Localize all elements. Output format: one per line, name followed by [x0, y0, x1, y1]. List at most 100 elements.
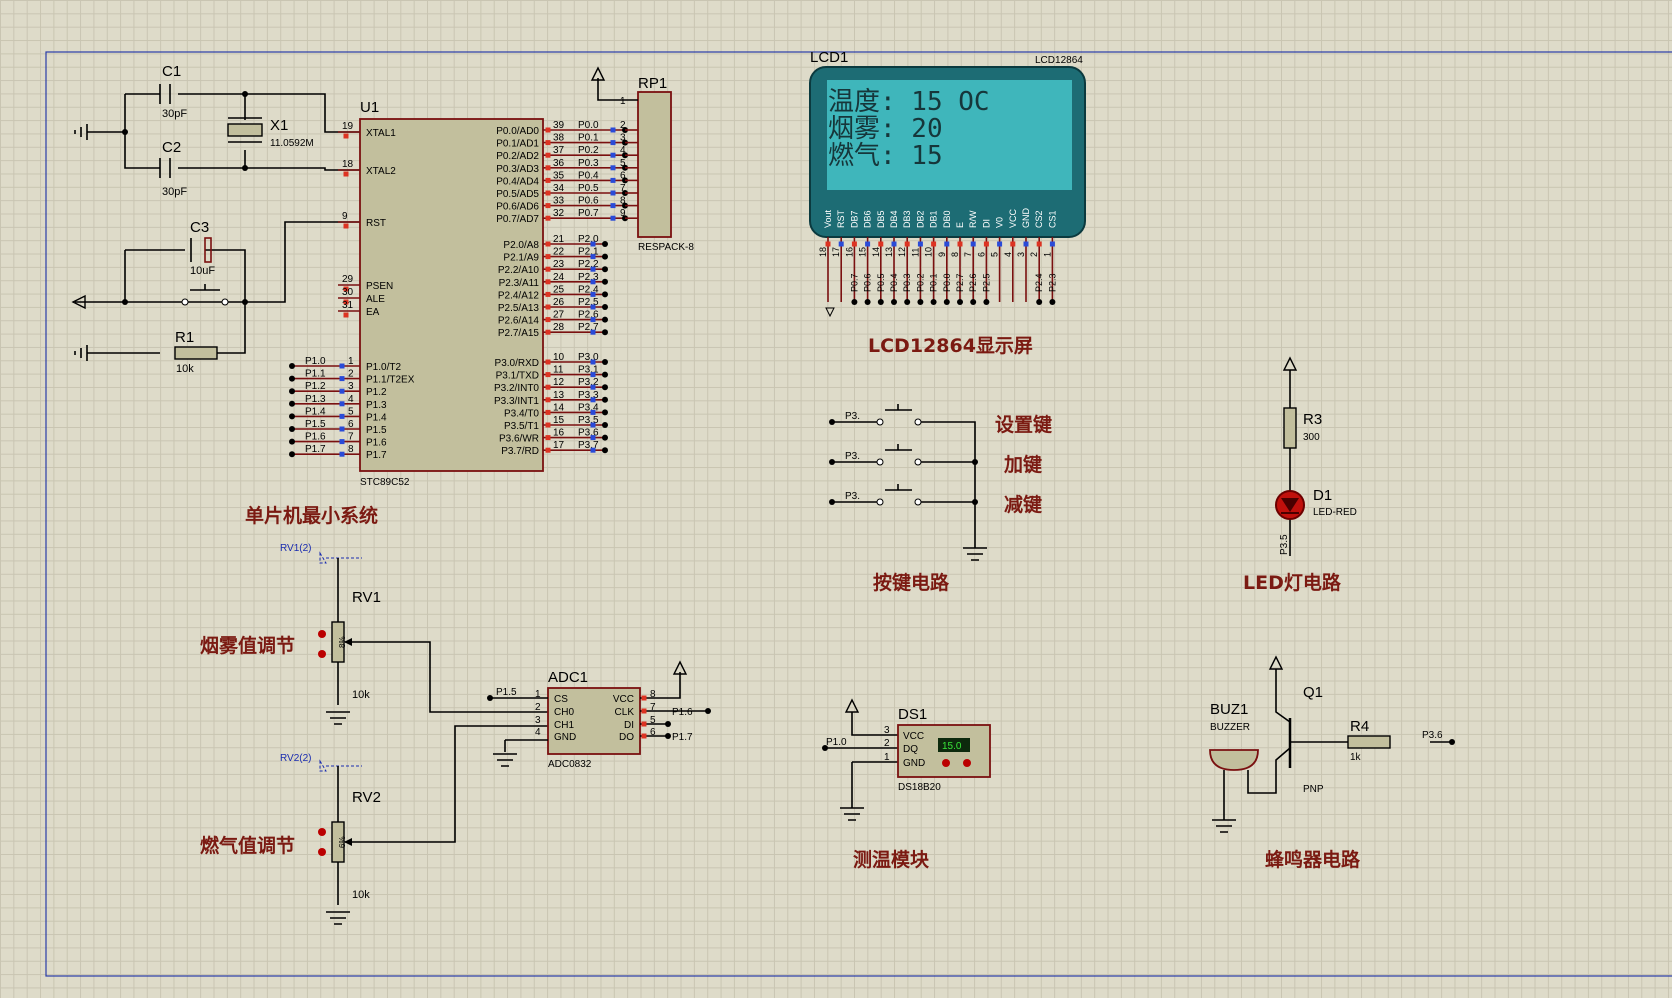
mcu-pin-name: P1.6 — [366, 438, 387, 449]
adc-pin-num: 5 — [650, 715, 656, 726]
mcu-pin-num: 5 — [348, 406, 354, 417]
lcd-pin-net: P2.6 — [968, 273, 978, 292]
mcu-net-label: P2.3 — [578, 272, 599, 283]
rv2-value: 10k — [352, 889, 370, 901]
lcd-part: LCD12864 — [1035, 55, 1083, 66]
adc-pin-num: 1 — [535, 689, 541, 700]
capacitor-c1[interactable]: C1 30pF — [159, 63, 187, 120]
ds18b20-module[interactable]: 15.0 DS1 DS18B20 P1.0 3 VCC 2 DQ 1 GND 测温模块 — [822, 698, 991, 871]
mcu-pin-name: P3.7/RD — [501, 446, 539, 457]
mcu-pin-name: P0.3/AD3 — [496, 164, 539, 175]
mcu-pin-num: 14 — [553, 402, 565, 413]
mcu-pin-name: P3.4/T0 — [504, 408, 539, 419]
r3-value: 300 — [1303, 432, 1320, 443]
potentiometer-rv1[interactable]: 8% RV1 10k — [318, 589, 381, 701]
mcu-pin-name: EA — [366, 307, 380, 318]
ds-pin-num: 1 — [884, 752, 890, 763]
mcu-pin-name: P1.0/T2 — [366, 362, 401, 373]
schematic-canvas[interactable]: { "mcu": {"ref":"U1","part":"STC89C52","… — [0, 0, 1672, 998]
power-arrow-icon — [1268, 655, 1284, 670]
power-arrow-icon — [1282, 356, 1298, 371]
lcd-pin-num: 8 — [950, 252, 960, 257]
reset-button[interactable] — [181, 284, 229, 306]
ds-display: 15.0 — [942, 741, 962, 752]
mcu-pin-name: P2.1/A9 — [503, 253, 539, 264]
mcu-net-label: P0.4 — [578, 170, 599, 181]
lcd-pin-num: 4 — [1003, 252, 1013, 257]
c3-ref: C3 — [190, 219, 209, 236]
lcd-pin-name: DB3 — [902, 210, 912, 228]
key-add-button[interactable]: P3. 加键 — [845, 444, 1042, 476]
mcu-pin-num: 10 — [553, 352, 565, 363]
mcu-pin-num: 9 — [342, 211, 348, 222]
buz1-ref: BUZ1 — [1210, 701, 1248, 718]
mcu-section-title: 单片机最小系统 — [245, 504, 378, 527]
mcu-net-label: P1.6 — [305, 432, 326, 443]
mcu-net-label: P2.4 — [578, 284, 599, 295]
lcd-pin-name: DB4 — [889, 210, 899, 228]
adc-pin-num: 4 — [535, 727, 541, 738]
led-d1[interactable]: D1 LED-RED — [1275, 487, 1357, 520]
lcd-pin-name: Vout — [823, 209, 833, 228]
key-section-title: 按键电路 — [873, 571, 950, 594]
mcu-pin-num: 1 — [348, 356, 354, 367]
lcd-pin-name: CS1 — [1047, 210, 1057, 228]
adc-pin-num: 7 — [650, 702, 656, 713]
rp1-pin-num: 5 — [620, 158, 626, 169]
mcu-section: C1 30pF C2 30pF X1 11.0592M C3 10uF R1 1… — [71, 63, 638, 527]
ground-symbol — [1216, 825, 1232, 833]
ds-pin-num: 3 — [884, 725, 890, 736]
mcu-net-label: P1.0 — [305, 356, 326, 367]
key-set-label: 设置键 — [995, 413, 1052, 436]
resistor-r3[interactable]: R3 300 — [1283, 407, 1322, 449]
lcd-pin-net: P0.1 — [929, 273, 939, 292]
capacitor-c3[interactable]: C3 10uF — [190, 219, 215, 277]
resistor-r1[interactable]: R1 10k — [174, 329, 218, 375]
key-sub-button[interactable]: P3. 减键 — [845, 484, 1042, 516]
mcu-net-label: P2.2 — [578, 259, 599, 270]
lcd-module[interactable]: LCD1 LCD12864 Vout18RST17DB716P0.7DB615P… — [809, 49, 1086, 318]
adc-pin-name: DO — [619, 732, 634, 743]
lcd-pin-num: 10 — [924, 247, 934, 257]
buzzer-buz1[interactable]: BUZ1 BUZZER — [1209, 701, 1259, 771]
key-set-button[interactable]: P3. 设置键 — [845, 404, 1052, 436]
transistor-q1[interactable]: Q1 PNP — [1288, 684, 1324, 795]
potentiometer-rv2[interactable]: 6% RV2 10k — [318, 789, 381, 901]
rp1-pin-1: 1 — [620, 96, 626, 107]
mcu-net-label: P1.5 — [305, 419, 326, 430]
lcd-pin-name: DB2 — [915, 210, 925, 228]
mcu-net-label: P3.3 — [578, 390, 599, 401]
lcd-pin-num: 3 — [1016, 252, 1026, 257]
adc-module[interactable]: ADC1 ADC0832 1 CS P1.5 2 CH0 3 CH1 4 GND 8 VCC 7 CLK… — [487, 660, 711, 770]
key-add-net: P3. — [845, 451, 860, 462]
adc-pin-name: DI — [624, 720, 634, 731]
adc-net: P1.6 — [672, 707, 693, 718]
mcu-pin-num: 31 — [342, 300, 354, 311]
mcu-net-label: P2.0 — [578, 234, 599, 245]
led-net: P3.5 — [1279, 534, 1290, 555]
led-section-title: LED灯电路 — [1243, 571, 1342, 594]
lcd-pin-net: P2.5 — [981, 273, 991, 292]
ground-symbol — [840, 807, 864, 821]
lcd-pin-name: DB0 — [942, 210, 952, 228]
adc-pin-name: CS — [554, 694, 568, 705]
crystal-x1[interactable]: X1 11.0592M — [227, 117, 314, 149]
rv2-circuit: RV2(2) 6% RV2 10k 燃气值调节 — [200, 725, 548, 925]
rp1-pin-num: 3 — [620, 133, 626, 144]
mcu-pin-num: 24 — [553, 272, 565, 283]
lcd-pin-num: 11 — [910, 248, 920, 257]
respack-rp1[interactable]: RP1 RESPACK-8 1 2 34 56 7 89 — [590, 66, 694, 253]
d1-ref: D1 — [1313, 487, 1332, 504]
mcu-pin-num: 18 — [342, 159, 354, 170]
mcu-u1[interactable]: U1 STC89C52 19XTAL118XTAL29RST29PSEN30AL… — [289, 99, 638, 488]
mcu-pin-name: P1.5 — [366, 425, 387, 436]
mcu-pin-num: 16 — [553, 428, 565, 439]
c2-ref: C2 — [162, 139, 181, 156]
mcu-net-label: P0.3 — [578, 158, 599, 169]
mcu-pin-name: P0.0/AD0 — [496, 126, 539, 137]
mcu-pin-num: 17 — [553, 440, 565, 451]
mcu-ref: U1 — [360, 99, 379, 116]
q1-ref: Q1 — [1303, 684, 1323, 701]
resistor-r4[interactable]: R4 1k — [1347, 718, 1391, 763]
key-sub-label: 减键 — [1004, 493, 1042, 516]
